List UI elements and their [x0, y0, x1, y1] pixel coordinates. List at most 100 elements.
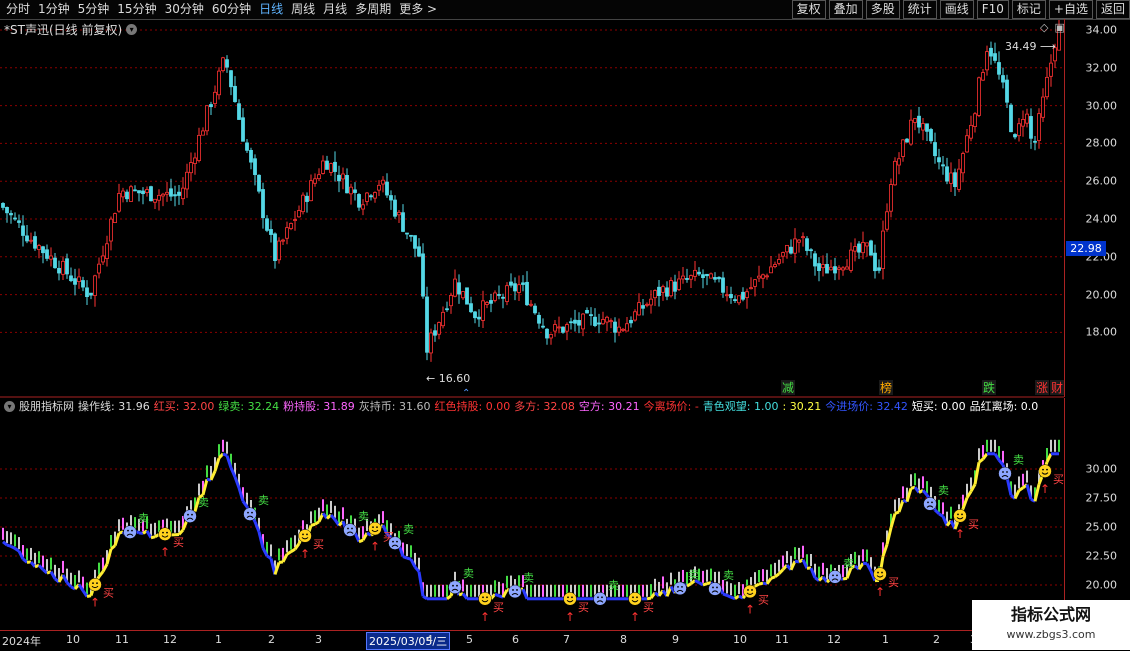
- candle-body: [478, 317, 481, 319]
- buy-signal-label: 买: [578, 601, 589, 614]
- candle-body: [694, 270, 697, 276]
- indicator-line-segment: [403, 557, 407, 559]
- candle-body: [782, 253, 785, 257]
- indicator-value: 粉持股: 31.89: [283, 398, 355, 414]
- candle-body: [70, 276, 73, 281]
- diamond-icon[interactable]: ◇: [1040, 21, 1048, 34]
- candle-body: [930, 129, 933, 140]
- indicator-axis: 30.0027.5025.0022.5020.00: [1064, 398, 1130, 630]
- candle-body: [570, 322, 573, 323]
- face-eye: [251, 512, 253, 514]
- face-eye: [957, 513, 959, 515]
- sell-signal-label: 卖: [938, 484, 949, 497]
- sell-signal-label: 卖: [1013, 454, 1024, 467]
- candle-body: [970, 125, 973, 138]
- candle-body: [658, 287, 661, 295]
- toolbar-button[interactable]: 返回: [1096, 0, 1130, 19]
- smiley-icon: [89, 578, 102, 591]
- face-eye: [456, 585, 458, 587]
- candle-body: [534, 306, 537, 313]
- candle-body: [98, 264, 101, 273]
- candle-body: [670, 280, 673, 295]
- candle-body: [302, 195, 305, 211]
- main-chart-title: *ST声迅(日线 前复权) ▾: [4, 21, 137, 38]
- watermark-title: 指标公式网: [972, 603, 1130, 627]
- indicator-line-segment: [887, 528, 891, 545]
- candle-body: [690, 276, 693, 280]
- candle-body: [338, 175, 341, 181]
- date-month-label: 3: [315, 633, 322, 646]
- buy-arrow-icon: ↑: [370, 540, 380, 554]
- candle-body: [726, 295, 729, 296]
- candle-body: [566, 325, 569, 332]
- chevron-down-icon[interactable]: ▾: [126, 24, 137, 35]
- face-eye: [712, 587, 714, 589]
- indicator-value: 青色观望: 1.00: [703, 398, 779, 414]
- selected-date: 2025/03/05/三: [366, 632, 450, 650]
- candle-body: [110, 219, 113, 241]
- candle-body: [614, 322, 617, 332]
- candle-body: [562, 327, 565, 332]
- candle-body: [1050, 63, 1053, 76]
- candle-body: [170, 189, 173, 196]
- candle-body: [1010, 105, 1013, 132]
- price-tick-label: 32.00: [1086, 61, 1118, 74]
- buy-signal-label: 买: [103, 587, 114, 600]
- frown-icon: [449, 581, 462, 594]
- indicator-line-segment: [795, 561, 799, 562]
- indicator-line-segment: [495, 594, 499, 596]
- sell-signal-label: 卖: [843, 557, 854, 570]
- candle-body: [718, 277, 721, 279]
- indicator-tick-label: 25.00: [1086, 521, 1118, 534]
- candle-body: [846, 267, 849, 269]
- date-month-label: 4: [426, 633, 433, 646]
- buy-signal-label: 买: [968, 518, 979, 531]
- candle-body: [426, 297, 429, 352]
- face-eye: [306, 534, 308, 536]
- indicator-line-segment: [139, 533, 143, 534]
- candle-body: [974, 114, 977, 127]
- face-eye: [372, 526, 374, 528]
- face-eye: [96, 582, 98, 584]
- candle-body: [590, 315, 593, 316]
- candle-body: [430, 333, 433, 353]
- candle-body: [446, 309, 449, 310]
- indicator-line-segment: [1035, 484, 1039, 501]
- candle-body: [962, 154, 965, 173]
- smiley-icon: [159, 528, 172, 541]
- candle-body: [250, 150, 253, 162]
- stock-title: *ST声迅(日线 前复权): [4, 21, 122, 38]
- candle-body: [850, 250, 853, 270]
- candle-body: [474, 312, 477, 318]
- candle-body: [858, 244, 861, 252]
- smiley-icon: [629, 592, 642, 605]
- face-eye: [127, 530, 129, 532]
- candle-body: [946, 167, 949, 181]
- candle-body: [210, 105, 213, 107]
- candle-body: [502, 297, 505, 298]
- frown-icon: [594, 592, 607, 605]
- candle-body: [254, 159, 257, 175]
- candle-body: [770, 267, 773, 273]
- high-price-marker: 34.49 ⟶: [1005, 40, 1056, 53]
- frown-icon: [509, 585, 522, 598]
- candle-body: [154, 199, 157, 202]
- buy-signal-label: 买: [758, 593, 769, 606]
- candle-body: [178, 192, 181, 195]
- face-eye: [191, 514, 193, 516]
- chevron-down-icon[interactable]: ▾: [4, 401, 15, 412]
- face-eye: [636, 596, 638, 598]
- candle-body: [258, 175, 261, 191]
- smiley-icon: [954, 509, 967, 522]
- candle-body: [378, 185, 381, 190]
- candle-body: [594, 317, 597, 325]
- buy-arrow-icon: ↑: [955, 527, 965, 541]
- candle-body: [878, 268, 881, 271]
- candle-body: [1022, 119, 1025, 126]
- candle-body: [638, 303, 641, 315]
- face-eye: [677, 586, 679, 588]
- indicator-line-segment: [311, 524, 315, 525]
- watermark-url: www.zbgs3.com: [972, 627, 1130, 643]
- buy-signal-label: 买: [313, 538, 324, 551]
- chart-canvas[interactable]: 34.49 ⟶← 16.60⌃减榜跌涨财买↑卖买↑卖卖买↑卖买↑卖卖买↑卖买↑卖…: [0, 0, 1064, 630]
